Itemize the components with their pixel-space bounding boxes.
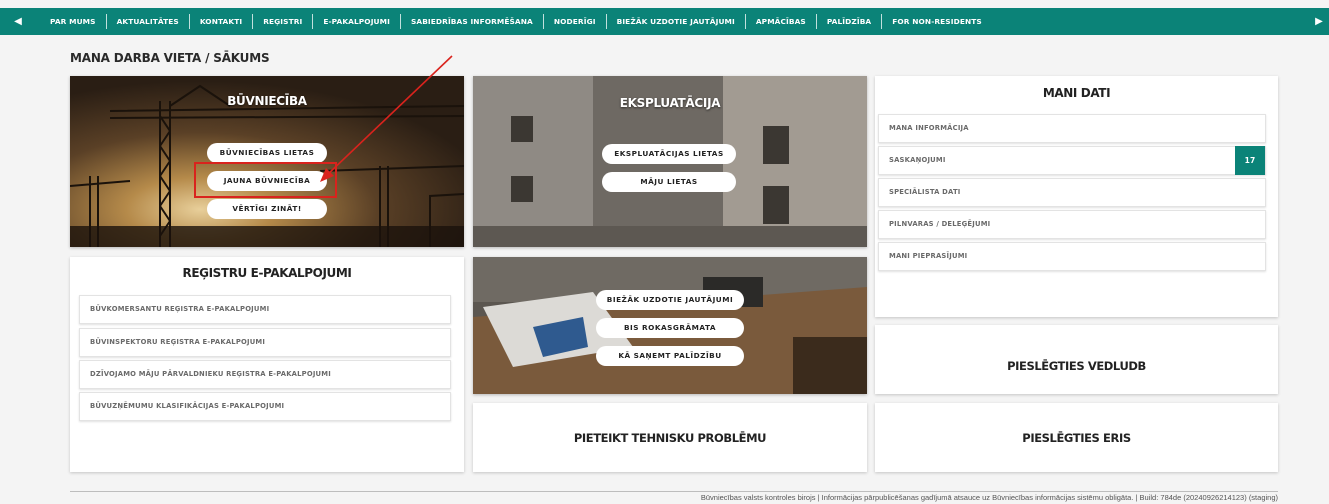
ka-sanemt-palidzibu-button[interactable]: KĀ SAŅEMT PALĪDZĪBU [596,346,744,366]
nav-item-biezak-uzdotie-jautajumi[interactable]: BIEŽĀK UZDOTIE JAUTĀJUMI [607,14,746,29]
buvniecibas-lietas-button[interactable]: BŪVNIECĪBAS LIETAS [207,143,327,163]
pieslegties-eris-link[interactable]: PIESLĒGTIES ERIS [875,403,1278,472]
saskanojumi-item[interactable]: SASKAŅOJUMI 17 [878,146,1266,175]
top-navigation: ◀ PAR MUMS AKTUALITĀTES KONTAKTI REĢISTR… [0,8,1329,35]
buvkomersantu-registrs-item[interactable]: BŪVKOMERSANTU REĢISTRA E-PAKALPOJUMI [79,295,451,324]
nav-scroll-right-icon[interactable]: ▶ [1309,16,1329,27]
vertigi-zinat-button[interactable]: VĒRTĪGI ZINĀT! [207,199,327,219]
nav-item-apmacibas[interactable]: APMĀCĪBAS [746,14,817,29]
buvnieciba-card: BŪVNIECĪBA BŪVNIECĪBAS LIETAS JAUNA BŪVN… [70,76,464,247]
ekspluatacija-title: EKSPLUATĀCIJA [619,96,721,110]
mani-dati-title: MANI DATI [1042,86,1111,100]
ekspluatacija-card: EKSPLUATĀCIJA EKSPLUATĀCIJAS LIETAS MĀJU… [473,76,867,247]
nav-item-sabiedribas-informesana[interactable]: SABIEDRĪBAS INFORMĒŠANA [401,14,544,29]
pieslegties-vedludb-link[interactable]: PIESLĒGTIES VEDLUDB [875,325,1278,394]
nav-item-registri[interactable]: REĢISTRI [253,14,314,29]
maju-lietas-button[interactable]: MĀJU LIETAS [602,172,736,192]
nav-item-kontakti[interactable]: KONTAKTI [190,14,254,29]
nav-item-e-pakalpojumi[interactable]: E-PAKALPOJUMI [313,14,401,29]
footer-text: Būvniecības valsts kontroles birojs | In… [700,493,1278,502]
biezak-uzdotie-jautajumi-button[interactable]: BIEŽĀK UZDOTIE JAUTĀJUMI [596,290,744,310]
page-title: MANA DARBA VIETA / SĀKUMS [70,51,270,65]
pilnvaras-delegejumi-item[interactable]: PILNVARAS / DELEĢĒJUMI [878,210,1266,239]
registri-title: REĢISTRU E-PAKALPOJUMI [182,266,352,280]
footer-divider [70,491,1278,492]
saskanojumi-count-badge: 17 [1235,146,1265,175]
buvinspektoru-registrs-item[interactable]: BŪVINSPEKTORU REĢISTRA E-PAKALPOJUMI [79,328,451,357]
nav-item-aktualitates[interactable]: AKTUALITĀTES [107,14,190,29]
saskanojumi-label: SASKAŅOJUMI [889,156,946,164]
buvuznemumu-klasifikacijas-item[interactable]: BŪVUZŅĒMUMU KLASIFIKĀCIJAS E-PAKALPOJUMI [79,392,451,421]
ekspluatacijas-lietas-button[interactable]: EKSPLUATĀCIJAS LIETAS [602,144,736,164]
nav-item-for-non-residents[interactable]: FOR NON-RESIDENTS [882,14,992,29]
pieteikt-tehnisku-problemu-link[interactable]: PIETEIKT TEHNISKU PROBLĒMU [473,403,867,472]
jauna-buvnieciba-button[interactable]: JAUNA BŪVNIECĪBA [207,171,327,191]
nav-item-palidziba[interactable]: PALĪDZĪBA [817,14,883,29]
nav-scroll-left-icon[interactable]: ◀ [0,16,36,27]
nav-item-par-mums[interactable]: PAR MUMS [36,14,107,29]
pieslegties-vedludb-label: PIESLĒGTIES VEDLUDB [1007,358,1146,373]
mani-pieprasijumi-item[interactable]: MANI PIEPRASĪJUMI [878,242,1266,271]
specialista-dati-item[interactable]: SPECIĀLISTA DATI [878,178,1266,207]
nav-items: PAR MUMS AKTUALITĀTES KONTAKTI REĢISTRI … [36,8,992,35]
help-card: BIEŽĀK UZDOTIE JAUTĀJUMI BIS ROKASGRĀMAT… [473,257,867,394]
pieslegties-eris-label: PIESLĒGTIES ERIS [1022,430,1131,445]
mana-informacija-item[interactable]: MANA INFORMĀCIJA [878,114,1266,143]
bis-rokasgramata-button[interactable]: BIS ROKASGRĀMATA [596,318,744,338]
nav-item-noderigi[interactable]: NODERĪGI [544,14,607,29]
buvnieciba-title: BŪVNIECĪBA [227,94,307,108]
pieteikt-tehnisku-problemu-label: PIETEIKT TEHNISKU PROBLĒMU [573,430,767,445]
dzivojamo-maju-parvaldnieku-registrs-item[interactable]: DZĪVOJAMO MĀJU PĀRVALDNIEKU REĢISTRA E-P… [79,360,451,389]
